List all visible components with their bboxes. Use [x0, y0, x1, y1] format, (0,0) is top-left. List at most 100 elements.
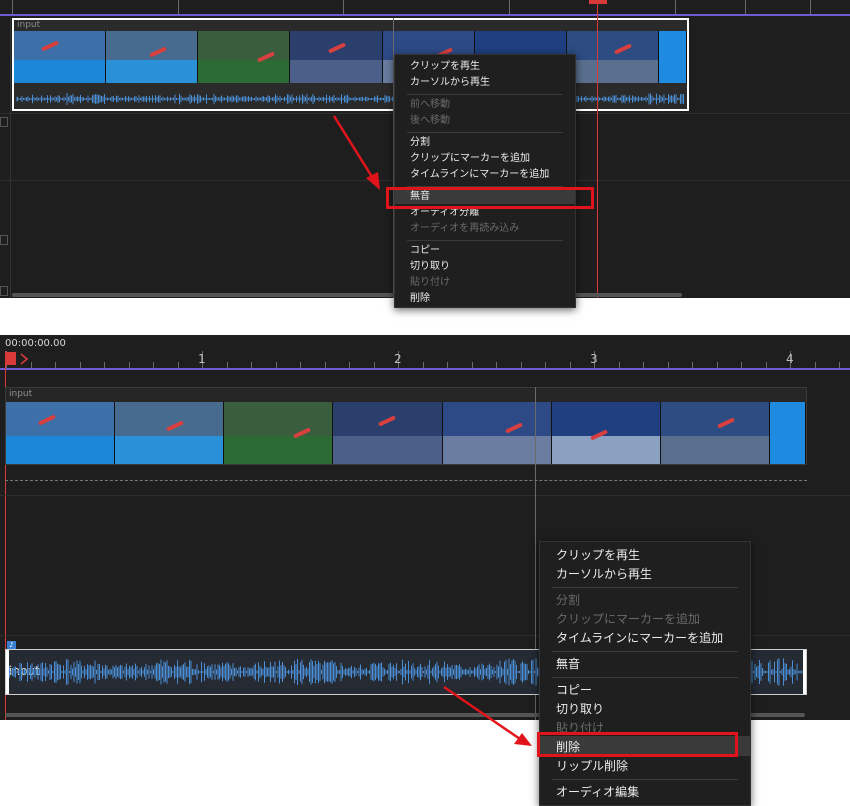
menu-item[interactable]: カーソルから再生	[540, 565, 750, 583]
menu-item[interactable]: タイムラインにマーカーを追加	[540, 629, 750, 647]
ruler-tick	[79, 362, 81, 368]
track-toggle[interactable]	[0, 286, 8, 296]
menu-item[interactable]: 無音	[540, 655, 750, 673]
playhead[interactable]	[597, 0, 598, 298]
ruler-tick	[55, 362, 56, 368]
menu-item: 前へ移動	[410, 99, 450, 110]
ruler-tick	[545, 362, 546, 368]
horizontal-scrollbar[interactable]	[12, 293, 682, 297]
ruler-label: 2	[394, 352, 402, 366]
clip-thumbnail	[333, 402, 443, 464]
ruler-tick	[520, 362, 522, 368]
menu-item[interactable]: カーソルから再生	[395, 75, 575, 90]
clip-thumbnails	[6, 402, 806, 464]
menu-item[interactable]: クリップを再生	[540, 546, 750, 564]
ruler-tick	[251, 362, 252, 368]
clip-thumbnail	[115, 402, 225, 464]
clip-thumbnail	[198, 31, 291, 83]
ruler-tick	[300, 362, 301, 368]
clip-thumbnails	[14, 31, 687, 83]
clip-thumbnail	[106, 31, 199, 83]
playhead-handle[interactable]	[5, 352, 16, 365]
video-clip[interactable]: input	[12, 18, 689, 111]
clip-thumbnail	[769, 402, 806, 464]
track-toggle[interactable]	[0, 117, 8, 127]
track-toggle[interactable]	[0, 235, 8, 245]
menu-separator	[407, 94, 563, 95]
clip-trim-handle-right[interactable]	[803, 650, 806, 694]
menu-item: 貼り付け	[410, 277, 450, 288]
ruler-tick	[373, 362, 375, 368]
red-arrow-icon	[332, 115, 380, 190]
highlight-box-delete	[537, 732, 738, 757]
ruler-tick	[226, 362, 228, 368]
ruler-tick	[643, 362, 644, 368]
video-clip[interactable]: input	[5, 387, 807, 465]
ruler-tick	[496, 362, 497, 368]
clip-thumbnail	[551, 402, 661, 464]
ruler-tick	[177, 362, 179, 368]
clip-thumbnail	[566, 31, 659, 83]
ruler-tick	[741, 362, 742, 368]
menu-item: 後へ移動	[410, 115, 450, 126]
menu-item: 分割	[556, 593, 581, 607]
ruler-tick	[275, 362, 277, 368]
menu-item[interactable]: コピー	[540, 681, 750, 699]
audio-lane-placeholder	[5, 480, 807, 481]
menu-item[interactable]: 切り取り	[540, 700, 750, 718]
ruler-label: 3	[590, 352, 598, 366]
red-arrow-icon	[443, 685, 532, 746]
menu-item[interactable]: コピー	[395, 243, 575, 258]
clip-thumbnail	[658, 31, 687, 83]
ruler-tick	[765, 362, 767, 368]
ruler-tick	[104, 362, 105, 368]
menu-item[interactable]: 分割	[395, 135, 575, 150]
menu-item[interactable]: 削除	[395, 291, 575, 306]
context-menu: クリップを再生 カーソルから再生前へ移動後へ移動分割 クリップにマーカーを追加 タイム…	[394, 54, 576, 308]
menu-item[interactable]: タイムラインにマーカーを追加	[395, 167, 575, 182]
menu-item[interactable]: クリップを再生	[395, 59, 575, 74]
time-ruler[interactable]	[0, 0, 850, 16]
clip-thumbnail	[224, 402, 334, 464]
ruler-tick	[692, 362, 693, 368]
clip-thumbnail	[660, 402, 770, 464]
clip-thumbnail	[14, 31, 107, 83]
ruler-label: 4	[786, 352, 794, 366]
menu-separator	[552, 651, 738, 652]
clip-thumbnail	[290, 31, 383, 83]
clip-label: input	[17, 20, 41, 30]
menu-item: オーディオを再読み込み	[410, 223, 520, 234]
ruler-tick	[814, 362, 816, 368]
menu-item[interactable]: オーディオ編集	[540, 783, 750, 801]
ruler-tick	[349, 362, 350, 368]
ruler-tick	[471, 362, 473, 368]
menu-item[interactable]: 切り取り	[395, 259, 575, 274]
highlight-box-mute	[386, 187, 594, 209]
menu-separator	[552, 587, 738, 588]
time-ruler[interactable]: 1 2 3 4	[0, 351, 850, 371]
menu-separator	[552, 677, 738, 678]
menu-item[interactable]: クリップにマーカーを追加	[395, 151, 575, 166]
ruler-tick	[839, 362, 840, 368]
ruler-tick	[447, 362, 448, 368]
waveform-path	[16, 93, 684, 105]
ruler-tick	[618, 362, 620, 368]
menu-separator	[552, 779, 738, 780]
audio-waveform	[16, 93, 684, 105]
ruler-tick	[324, 362, 326, 368]
clip-thumbnail	[6, 402, 116, 464]
clip-trim-handle-left[interactable]	[6, 650, 9, 694]
clip-label: input	[9, 389, 33, 399]
ruler-tick	[153, 362, 154, 368]
ruler-tick	[422, 362, 424, 368]
ruler-tick	[128, 362, 130, 368]
menu-item[interactable]: リップル削除	[540, 757, 750, 775]
menu-separator	[407, 132, 563, 133]
play-marker-icon	[20, 353, 29, 365]
ruler-tick	[30, 362, 32, 368]
ruler-tick	[716, 362, 718, 368]
context-menu: クリップを再生 カーソルから再生 分割 クリップにマーカーを追加 タイムラインにマーカー…	[539, 541, 751, 806]
ruler-tick	[569, 362, 571, 368]
ruler-tick	[667, 362, 669, 368]
menu-separator	[407, 240, 563, 241]
